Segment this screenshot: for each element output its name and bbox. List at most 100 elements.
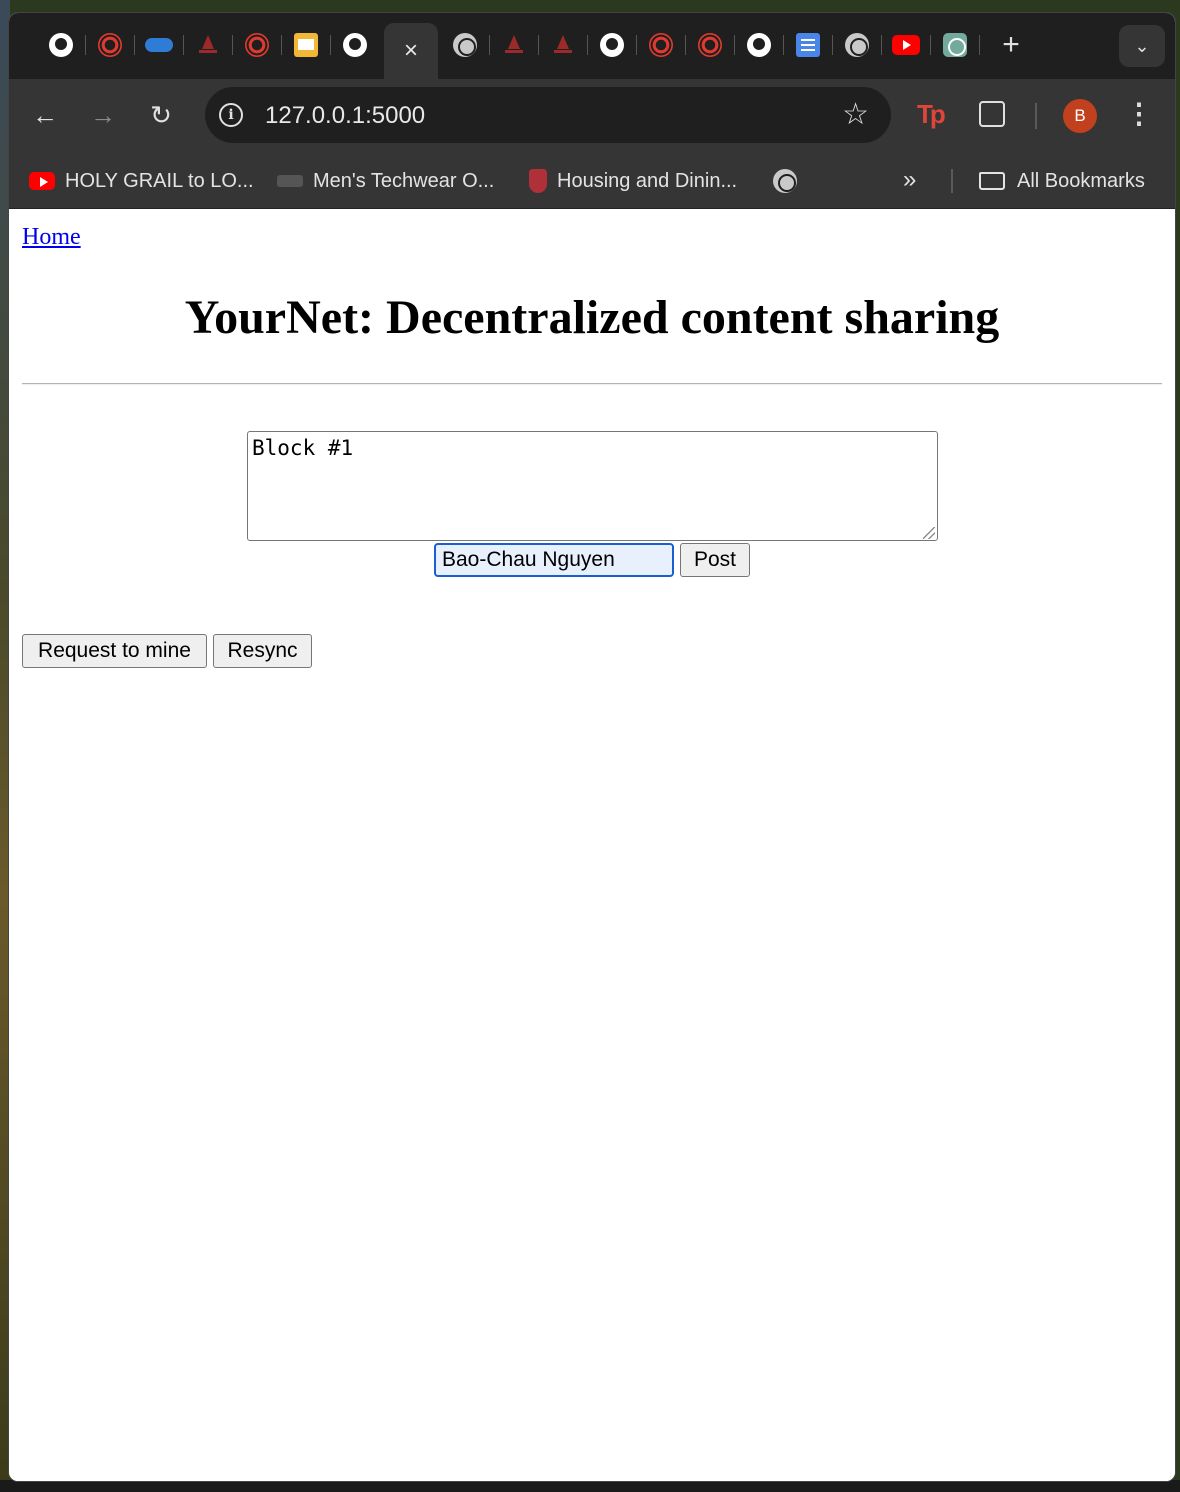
forward-button[interactable]: →	[85, 97, 121, 133]
tab-canvas[interactable]	[643, 27, 679, 63]
author-input[interactable]	[434, 543, 674, 577]
tab-separator	[734, 35, 735, 55]
canvas-icon	[98, 33, 122, 57]
site-info-icon[interactable]: i	[219, 103, 243, 127]
bookmark-star-icon[interactable]: ☆	[842, 97, 869, 133]
tab-separator	[232, 35, 233, 55]
new-tab-button[interactable]: +	[993, 27, 1029, 63]
more-menu-icon[interactable]: ⋮	[1125, 97, 1153, 133]
google-docs-icon	[796, 33, 820, 57]
techwear-icon	[277, 175, 303, 187]
tp-extension-icon[interactable]: Tp	[917, 99, 946, 130]
browser-toolbar: ← → ↻ i 127.0.0.1:5000 ☆ Tp B ⋮	[9, 79, 1175, 151]
github-icon	[747, 33, 771, 57]
browser-window: × + ⌄ ← → ↻ i 127.0.0.1:5000 ☆ Tp B ⋮ HO…	[8, 12, 1176, 1482]
tab-separator	[783, 35, 784, 55]
tab-canvas[interactable]	[92, 27, 128, 63]
reload-icon: ↻	[150, 100, 172, 130]
tab-canvas[interactable]	[692, 27, 728, 63]
textarea-resize-handle[interactable]	[923, 527, 935, 539]
tab-globe[interactable]	[839, 27, 875, 63]
address-bar[interactable]: i 127.0.0.1:5000 ☆	[205, 87, 891, 143]
bookmark-techwear[interactable]: Men's Techwear O...	[277, 167, 494, 195]
all-bookmarks-button[interactable]: All Bookmarks	[979, 167, 1145, 195]
tab-separator	[489, 35, 490, 55]
tab-separator	[636, 35, 637, 55]
tab-separator	[330, 35, 331, 55]
tab-google-docs[interactable]	[790, 27, 826, 63]
chevron-down-icon: ⌄	[1134, 35, 1150, 56]
profile-avatar[interactable]: B	[1063, 99, 1097, 133]
globe-icon	[845, 33, 869, 57]
tab-github[interactable]	[594, 27, 630, 63]
tab-separator	[930, 35, 931, 55]
tab-separator	[281, 35, 282, 55]
url-text[interactable]: 127.0.0.1:5000	[265, 102, 425, 130]
bookmark-housing[interactable]: Housing and Dinin...	[529, 167, 737, 195]
bookmark-label: Men's Techwear O...	[313, 169, 495, 192]
tab-search-button[interactable]: ⌄	[1119, 25, 1165, 67]
onedrive-icon	[145, 38, 173, 52]
bookmark-globe[interactable]	[773, 167, 797, 195]
tab-separator	[832, 35, 833, 55]
arrow-right-icon: →	[90, 100, 116, 130]
resync-button[interactable]: Resync	[213, 634, 312, 668]
tab-youtube[interactable]	[888, 27, 924, 63]
tab-separator	[587, 35, 588, 55]
page-title: YourNet: Decentralized content sharing	[184, 291, 1000, 344]
bookmark-label: HOLY GRAIL to LO...	[65, 169, 254, 192]
tab-onedrive[interactable]	[141, 27, 177, 63]
folder-icon	[979, 172, 1005, 190]
google-slides-icon	[294, 33, 318, 57]
tab-separator	[881, 35, 882, 55]
home-link[interactable]: Home	[22, 224, 81, 251]
post-content-textarea[interactable]: Block #1	[247, 431, 938, 541]
arrow-left-icon: ←	[32, 100, 58, 130]
back-button[interactable]: ←	[27, 97, 63, 133]
tab-globe[interactable]	[447, 27, 483, 63]
tab-separator	[979, 35, 980, 55]
youtube-icon	[892, 35, 920, 55]
tab-stevens[interactable]	[190, 27, 226, 63]
bookmark-label: Housing and Dinin...	[557, 169, 738, 192]
tab-github[interactable]	[337, 27, 373, 63]
extensions-puzzle-icon[interactable]	[979, 101, 1005, 127]
request-to-mine-button[interactable]: Request to mine	[22, 634, 207, 668]
bookmarks-overflow-icon[interactable]: »	[903, 165, 916, 195]
tab-strip: × + ⌄	[9, 13, 1175, 79]
page-content: Home YourNet: Decentralized content shar…	[9, 210, 1175, 1481]
toolbar-separator	[1035, 103, 1037, 129]
tab-canvas[interactable]	[239, 27, 275, 63]
canvas-icon	[698, 33, 722, 57]
stevens-icon	[196, 33, 220, 57]
tab-separator	[85, 35, 86, 55]
globe-icon	[453, 33, 477, 57]
post-button[interactable]: Post	[680, 543, 750, 577]
bookmarks-separator	[951, 169, 953, 193]
tab-separator	[538, 35, 539, 55]
tab-github[interactable]	[741, 27, 777, 63]
bookmarks-bar: HOLY GRAIL to LO... Men's Techwear O... …	[9, 151, 1175, 209]
globe-icon	[773, 169, 797, 193]
canvas-icon	[649, 33, 673, 57]
canvas-icon	[245, 33, 269, 57]
github-icon	[343, 33, 367, 57]
tab-chatgpt[interactable]	[937, 27, 973, 63]
all-bookmarks-label: All Bookmarks	[1017, 169, 1145, 192]
tab-google-slides[interactable]	[288, 27, 324, 63]
reload-button[interactable]: ↻	[143, 97, 179, 133]
tab-github[interactable]	[43, 27, 79, 63]
divider	[22, 383, 1162, 385]
close-icon[interactable]: ×	[404, 37, 418, 65]
tab-stevens[interactable]	[496, 27, 532, 63]
tab-separator	[134, 35, 135, 55]
tab-separator	[685, 35, 686, 55]
github-icon	[49, 33, 73, 57]
tab-active[interactable]: ×	[384, 23, 438, 79]
github-icon	[600, 33, 624, 57]
shield-icon	[529, 169, 547, 193]
stevens-icon	[551, 33, 575, 57]
stevens-icon	[502, 33, 526, 57]
tab-stevens[interactable]	[545, 27, 581, 63]
bookmark-holy-grail[interactable]: HOLY GRAIL to LO...	[29, 167, 254, 195]
